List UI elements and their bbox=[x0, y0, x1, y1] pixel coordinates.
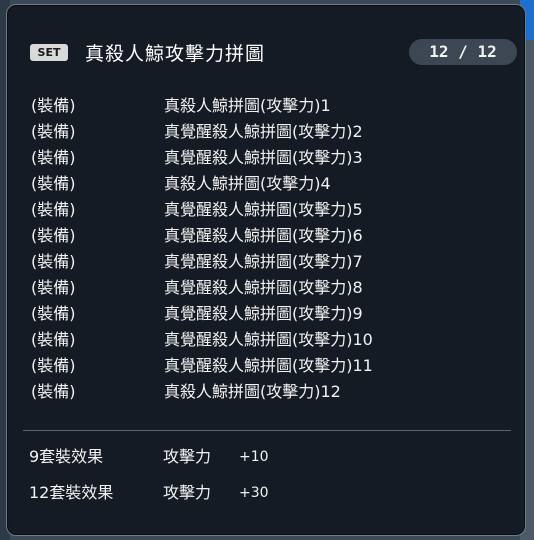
set-count: 12 / 12 bbox=[409, 39, 517, 65]
item-name: 真覺醒殺人鯨拼圖(攻擊力)6 bbox=[164, 226, 363, 245]
item-name: 真覺醒殺人鯨拼圖(攻擊力)9 bbox=[164, 304, 363, 323]
set-item-row: (裝備) 真殺人鯨拼圖(攻擊力)12 bbox=[31, 379, 511, 405]
item-name: 真殺人鯨拼圖(攻擊力)4 bbox=[164, 174, 331, 193]
item-type: (裝備) bbox=[31, 96, 76, 115]
item-type: (裝備) bbox=[31, 382, 76, 401]
section-divider bbox=[23, 430, 511, 431]
tooltip-header: SET 真殺人鯨攻擊力拼圖 12 / 12 bbox=[7, 5, 525, 65]
item-name: 真覺醒殺人鯨拼圖(攻擊力)10 bbox=[164, 330, 373, 349]
set-item-row: (裝備) 真覺醒殺人鯨拼圖(攻擊力)8 bbox=[31, 275, 511, 301]
item-type: (裝備) bbox=[31, 330, 76, 349]
set-effect-row: 12套裝效果 攻擊力 +30 bbox=[29, 475, 509, 511]
set-item-list: (裝備) 真殺人鯨拼圖(攻擊力)1 (裝備) 真覺醒殺人鯨拼圖(攻擊力)2 (裝備)… bbox=[31, 93, 511, 405]
set-item-tooltip: SET 真殺人鯨攻擊力拼圖 12 / 12 (裝備) 真殺人鯨拼圖(攻擊力)1 (… bbox=[6, 4, 526, 536]
set-item-row: (裝備) 真覺醒殺人鯨拼圖(攻擊力)6 bbox=[31, 223, 511, 249]
item-type: (裝備) bbox=[31, 304, 76, 323]
item-name: 真殺人鯨拼圖(攻擊力)12 bbox=[164, 382, 341, 401]
item-type: (裝備) bbox=[31, 356, 76, 375]
set-item-row: (裝備) 真覺醒殺人鯨拼圖(攻擊力)11 bbox=[31, 353, 511, 379]
effect-value: +10 bbox=[239, 449, 269, 465]
item-name: 真覺醒殺人鯨拼圖(攻擊力)11 bbox=[164, 356, 373, 375]
item-name: 真覺醒殺人鯨拼圖(攻擊力)3 bbox=[164, 148, 363, 167]
effect-label: 12套裝效果 bbox=[29, 483, 114, 502]
effect-stat: 攻擊力 bbox=[163, 483, 212, 502]
set-title: 真殺人鯨攻擊力拼圖 bbox=[85, 43, 266, 65]
item-name: 真覺醒殺人鯨拼圖(攻擊力)2 bbox=[164, 122, 363, 141]
item-name: 真殺人鯨拼圖(攻擊力)1 bbox=[164, 96, 331, 115]
set-item-row: (裝備) 真覺醒殺人鯨拼圖(攻擊力)7 bbox=[31, 249, 511, 275]
item-type: (裝備) bbox=[31, 122, 76, 141]
set-effect-row: 9套裝效果 攻擊力 +10 bbox=[29, 439, 509, 475]
item-type: (裝備) bbox=[31, 174, 76, 193]
effect-value: +30 bbox=[239, 485, 269, 501]
set-item-row: (裝備) 真殺人鯨拼圖(攻擊力)1 bbox=[31, 93, 511, 119]
set-item-row: (裝備) 真覺醒殺人鯨拼圖(攻擊力)3 bbox=[31, 145, 511, 171]
item-type: (裝備) bbox=[31, 148, 76, 167]
effect-label: 9套裝效果 bbox=[29, 447, 104, 466]
item-name: 真覺醒殺人鯨拼圖(攻擊力)7 bbox=[164, 252, 363, 271]
item-type: (裝備) bbox=[31, 226, 76, 245]
set-effects: 9套裝效果 攻擊力 +10 12套裝效果 攻擊力 +30 bbox=[29, 439, 509, 511]
set-item-row: (裝備) 真覺醒殺人鯨拼圖(攻擊力)5 bbox=[31, 197, 511, 223]
item-type: (裝備) bbox=[31, 278, 76, 297]
item-name: 真覺醒殺人鯨拼圖(攻擊力)8 bbox=[164, 278, 363, 297]
item-type: (裝備) bbox=[31, 252, 76, 271]
item-type: (裝備) bbox=[31, 200, 76, 219]
set-item-row: (裝備) 真覺醒殺人鯨拼圖(攻擊力)2 bbox=[31, 119, 511, 145]
item-name: 真覺醒殺人鯨拼圖(攻擊力)5 bbox=[164, 200, 363, 219]
set-item-row: (裝備) 真覺醒殺人鯨拼圖(攻擊力)10 bbox=[31, 327, 511, 353]
set-item-row: (裝備) 真殺人鯨拼圖(攻擊力)4 bbox=[31, 171, 511, 197]
effect-stat: 攻擊力 bbox=[163, 447, 212, 466]
set-item-row: (裝備) 真覺醒殺人鯨拼圖(攻擊力)9 bbox=[31, 301, 511, 327]
set-badge: SET bbox=[30, 44, 68, 61]
